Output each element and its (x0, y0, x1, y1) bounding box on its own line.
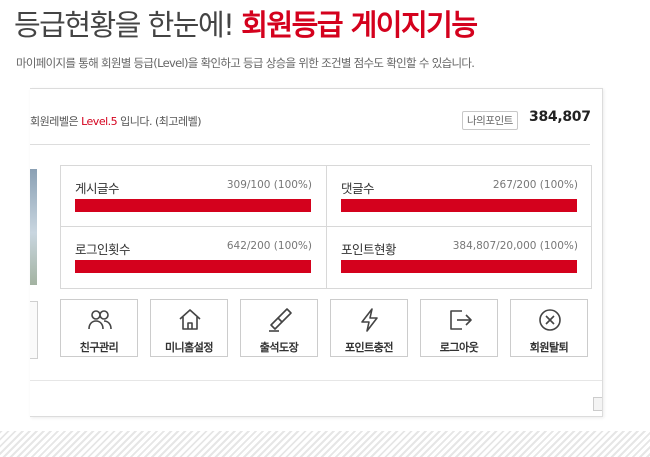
action-label: 회원탈퇴 (529, 341, 569, 354)
progress-fill (75, 260, 311, 273)
stat-comments: 댓글수 267/200 (100%) (326, 166, 592, 227)
withdraw-membership-button[interactable]: 회원탈퇴 (510, 299, 588, 357)
minihome-settings-button[interactable]: 미니홈설정 (150, 299, 228, 357)
headline-normal: 등급현황을 한눈에! (14, 8, 235, 42)
friends-icon (88, 310, 112, 330)
lightning-icon (361, 308, 378, 332)
stat-label: 댓글수 (341, 181, 375, 196)
action-label: 출석도장 (259, 341, 299, 354)
level-prefix: 회원레벨은 (30, 115, 82, 128)
widget-header: 회원레벨은 Level.5 입니다. (최고레벨) 나의포인트 384,807 (30, 97, 591, 145)
level-value: Level.5 (81, 115, 118, 128)
stamp-icon (269, 308, 292, 332)
action-label: 포인트충전 (344, 341, 394, 354)
headline-accent: 회원등급 게이지기능 (241, 8, 478, 42)
attendance-stamp-button[interactable]: 출석도장 (240, 299, 318, 357)
stats-grid: 게시글수 309/100 (100%) 댓글수 267/200 (100%) 로… (60, 165, 592, 289)
my-points-value: 384,807 (529, 109, 591, 125)
profile-image (30, 169, 37, 285)
bottom-divider (0, 431, 650, 457)
point-charge-button[interactable]: 포인트충전 (330, 299, 408, 357)
logout-button[interactable]: 로그아웃 (420, 299, 498, 357)
stat-logins: 로그인횟수 642/200 (100%) (61, 226, 326, 288)
stat-posts: 게시글수 309/100 (100%) (61, 166, 326, 227)
action-buttons: 친구관리 미니홈설정 출석도장 포인트충전 로그아웃 회원탈퇴 (60, 299, 592, 359)
progress-bar (341, 260, 577, 273)
page-subtitle: 마이페이지를 통해 회원별 등급(Level)을 확인하고 등급 상승을 위한 … (16, 56, 475, 70)
action-label: 미니홈설정 (164, 341, 214, 354)
member-level-widget: 회원레벨은 Level.5 입니다. (최고레벨) 나의포인트 384,807 … (30, 88, 603, 417)
level-suffix: 입니다. (최고레벨) (117, 115, 202, 128)
page-headline: 등급현황을 한눈에! 회원등급 게이지기능 (14, 2, 478, 44)
progress-bar (341, 199, 577, 212)
logout-icon (450, 310, 472, 330)
progress-fill (341, 260, 577, 273)
my-points-badge: 나의포인트 (462, 111, 518, 130)
member-level-text: 회원레벨은 Level.5 입니다. (최고레벨) (30, 113, 202, 129)
action-label: 친구관리 (79, 341, 119, 354)
progress-bar (75, 199, 311, 212)
progress-bar (75, 260, 311, 273)
widget-footer-divider (30, 380, 602, 381)
close-circle-icon (539, 309, 561, 331)
profile-button-edge[interactable] (30, 301, 38, 359)
stat-label: 로그인횟수 (75, 242, 131, 257)
scrollbar-handle[interactable] (593, 397, 602, 411)
stat-points: 포인트현황 384,807/20,000 (100%) (326, 226, 592, 288)
progress-fill (341, 199, 577, 212)
stat-label: 게시글수 (75, 181, 120, 196)
stat-value: 384,807/20,000 (100%) (452, 240, 578, 252)
stat-value: 642/200 (100%) (226, 240, 312, 252)
stat-value: 267/200 (100%) (492, 179, 578, 191)
action-label: 로그아웃 (439, 341, 479, 354)
stat-value: 309/100 (100%) (226, 179, 312, 191)
home-icon (179, 309, 201, 330)
friends-button[interactable]: 친구관리 (60, 299, 138, 357)
stat-label: 포인트현황 (341, 242, 397, 257)
progress-fill (75, 199, 311, 212)
